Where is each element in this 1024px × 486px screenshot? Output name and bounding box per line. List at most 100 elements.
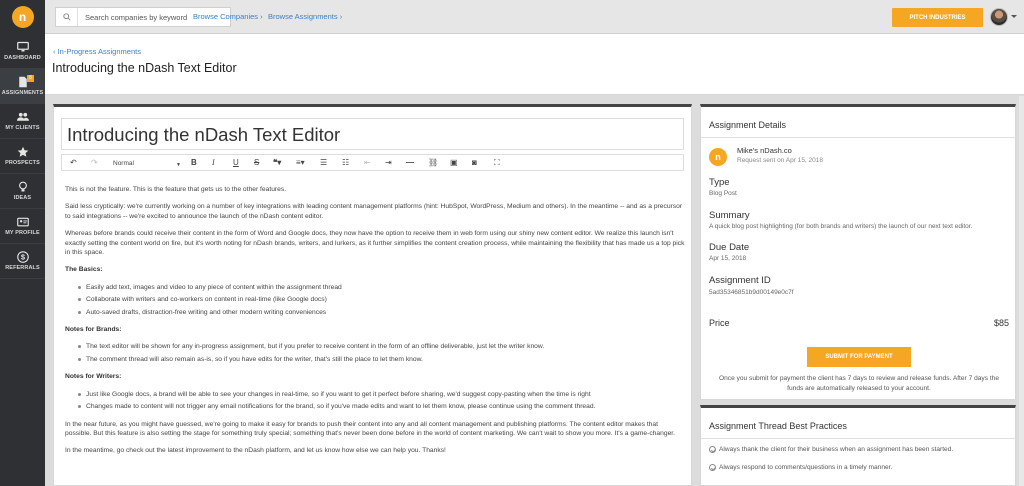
strikethrough-icon[interactable]: S [254, 158, 259, 168]
sidebar-item-ideas[interactable]: IDEAS [0, 174, 45, 209]
best-practice-item: Always thank the client for their busine… [709, 446, 953, 453]
due-date-value: Apr 15, 2018 [709, 255, 747, 262]
underline-icon[interactable]: U [233, 158, 239, 168]
writers-list: Just like Google docs, a brand will be a… [78, 390, 685, 412]
format-select[interactable]: Normal [113, 159, 134, 169]
sidebar-item-label: PROSPECTS [5, 160, 40, 166]
request-date: Request sent on Apr 15, 2018 [737, 157, 824, 164]
link-icon[interactable]: ⛓ [428, 158, 438, 168]
dollar-icon: $ [16, 251, 29, 263]
app-logo[interactable]: n [0, 0, 45, 34]
chevron-down-icon[interactable] [1011, 15, 1017, 18]
client-logo: n [709, 148, 727, 166]
assignment-details-panel: Assignment Details n Mike's nDash.co Req… [700, 104, 1016, 400]
chevron-down-icon[interactable]: ▼ [176, 160, 181, 170]
sidebar-item-label: MY PROFILE [5, 230, 40, 236]
price-value: $85 [993, 318, 1009, 328]
assignment-id-label: Assignment ID [709, 275, 771, 286]
best-practice-text: Always thank the client for their busine… [719, 446, 954, 453]
content-paragraph: Whereas before brands could receive thei… [65, 230, 685, 257]
sidebar-item-label: IDEAS [13, 195, 32, 201]
align-icon[interactable]: ≡▾ [296, 158, 305, 168]
top-bar: Browse Companies › Browse Assignments › … [45, 0, 1024, 34]
check-circle-icon [709, 446, 716, 453]
fullscreen-icon[interactable]: ⛶ [494, 158, 500, 168]
brands-list: The text editor will be shown for any in… [78, 342, 685, 364]
type-value: Blog Post [709, 190, 737, 197]
best-practices-panel: Assignment Thread Best Practices Always … [700, 405, 1016, 486]
quote-icon[interactable]: ❝▾ [273, 158, 281, 168]
divider [701, 438, 1015, 439]
bullet-list-icon[interactable]: ☷ [342, 158, 349, 168]
sidebar-item-label: DASHBOARD [4, 55, 41, 61]
submit-for-payment-button[interactable]: SUBMIT FOR PAYMENT [807, 347, 911, 367]
client-name[interactable]: Mike's nDash.co [737, 146, 792, 155]
best-practice-text: Always respond to comments/questions in … [719, 464, 893, 471]
assignments-badge: 8 [27, 75, 34, 82]
search-icon[interactable] [56, 8, 78, 26]
panel-title: Assignment Thread Best Practices [709, 421, 847, 431]
horizontal-rule-icon[interactable]: — [406, 158, 414, 168]
list-item: Auto-saved drafts, distraction-free writ… [78, 308, 685, 317]
sidebar-item-label: ASSIGNMENTS [1, 90, 44, 96]
people-icon [16, 112, 29, 121]
sidebar-item-assignments[interactable]: 8 ASSIGNMENTS [0, 69, 45, 104]
browse-assignments-link[interactable]: Browse Assignments › [268, 12, 342, 21]
sidebar-item-my-clients[interactable]: MY CLIENTS [0, 104, 45, 139]
list-item: Changes made to content will not trigger… [78, 402, 685, 411]
content-paragraph: In the near future, as you might have gu… [65, 420, 675, 437]
payment-note: Once you submit for payment the client h… [718, 375, 1000, 392]
summary-label: Summary [709, 210, 750, 221]
bold-icon[interactable]: B [191, 158, 197, 168]
sidebar-item-label: REFERRALS [5, 265, 40, 271]
ordered-list-icon[interactable]: ☰ [320, 158, 327, 168]
svg-text:$: $ [20, 253, 25, 262]
indent-icon[interactable]: ⇥ [385, 158, 392, 168]
summary-value: A quick blog post highlighting (for both… [709, 223, 973, 230]
panel-title: Assignment Details [709, 120, 787, 130]
editor-title-field[interactable]: Introducing the nDash Text Editor [61, 118, 684, 150]
content-paragraph: In the meantime, go check out the latest… [65, 447, 446, 455]
editor-content[interactable]: This is not the feature. This is the fea… [65, 185, 685, 464]
list-item: The comment thread will also remain as-i… [78, 355, 685, 364]
image-icon[interactable]: ▣ [450, 158, 458, 168]
profile-card-icon [16, 217, 29, 227]
assignment-id-value: 5ad35346851b9d00149e0c7f [709, 289, 794, 296]
lightbulb-icon [18, 181, 27, 192]
editor-panel: Introducing the nDash Text Editor ↶ ↷ No… [53, 104, 692, 486]
sidebar-item-prospects[interactable]: PROSPECTS [0, 139, 45, 174]
list-item: The text editor will be shown for any in… [78, 342, 685, 351]
content-paragraph: Said less cryptically: we're currently w… [65, 203, 683, 220]
basics-list: Easily add text, images and video to any… [78, 283, 685, 317]
check-circle-icon [709, 464, 716, 471]
list-item: Just like Google docs, a brand will be a… [78, 390, 685, 399]
page-scrollbar[interactable] [1019, 96, 1024, 486]
monitor-icon [16, 41, 29, 52]
italic-icon[interactable]: I [212, 158, 215, 168]
undo-icon[interactable]: ↶ [70, 158, 77, 168]
sidebar-item-referrals[interactable]: $ REFERRALS [0, 244, 45, 279]
sidebar-item-dashboard[interactable]: DASHBOARD [0, 34, 45, 69]
due-date-label: Due Date [709, 242, 750, 253]
logo-mark: n [11, 6, 34, 28]
editor-title-text: Introducing the nDash Text Editor [67, 124, 341, 145]
type-label: Type [709, 177, 730, 188]
redo-icon[interactable]: ↷ [91, 158, 98, 168]
camera-icon[interactable]: ◙ [472, 158, 477, 168]
sidebar-item-my-profile[interactable]: MY PROFILE [0, 209, 45, 244]
price-row: Price $85 [709, 318, 1009, 328]
content-heading: Notes for Writers: [65, 373, 122, 381]
outdent-icon[interactable]: ⇤ [364, 158, 371, 168]
breadcrumb[interactable]: ‹ In-Progress Assignments [53, 47, 141, 56]
list-item: Easily add text, images and video to any… [78, 283, 685, 292]
avatar[interactable] [990, 8, 1008, 26]
content-heading: The Basics: [65, 266, 103, 274]
page-title: Introducing the nDash Text Editor [52, 61, 237, 75]
best-practice-item: Always respond to comments/questions in … [709, 464, 892, 471]
list-item: Collaborate with writers and co-workers … [78, 295, 685, 304]
browse-companies-link[interactable]: Browse Companies › [193, 12, 263, 21]
pitch-industries-button[interactable]: PITCH INDUSTRIES [892, 8, 983, 27]
editor-toolbar: ↶ ↷ Normal ▼ B I U S ❝▾ ≡▾ ☰ ☷ ⇤ ⇥ — ⛓ ▣… [61, 154, 684, 171]
left-sidebar: n DASHBOARD 8 ASSIGNMENTS MY CLIENTS PRO… [0, 0, 45, 486]
page-header: ‹ In-Progress Assignments Introducing th… [45, 34, 1024, 95]
